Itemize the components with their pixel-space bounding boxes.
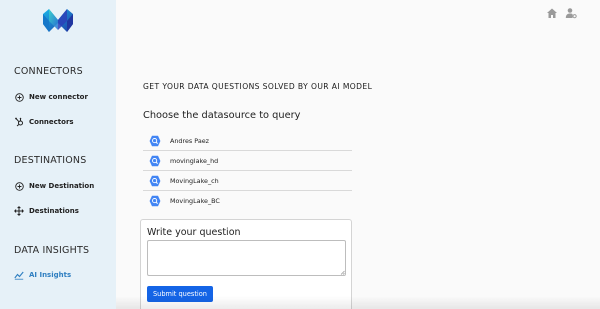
plus-circle-icon	[14, 92, 24, 102]
sidebar-item-label: Destinations	[29, 207, 79, 215]
question-textarea[interactable]	[147, 240, 346, 276]
datasource-label: movinglake_hd	[170, 156, 219, 165]
datasource-label: MovingLake_BC	[170, 197, 220, 205]
sidebar-item-new-destination[interactable]: New Destination	[14, 179, 94, 193]
hubspot-icon	[14, 117, 24, 127]
sidebar-item-label: New Destination	[29, 182, 95, 190]
brand-logo-icon[interactable]	[40, 6, 76, 36]
bigquery-icon	[149, 135, 161, 146]
user-settings-icon[interactable]	[565, 7, 577, 19]
datasource-list: Andres Paez movinglake_hd MovingLake_ch …	[143, 131, 352, 211]
app-window: CONNECTORS New connector Connectors DEST…	[0, 0, 600, 309]
sidebar-item-connectors[interactable]: Connectors	[14, 115, 74, 129]
datasource-item-andres-paez[interactable]: Andres Paez	[143, 131, 352, 151]
sidebar-item-label: New connector	[29, 93, 88, 101]
section-title-connectors: CONNECTORS	[14, 66, 83, 77]
bigquery-icon	[149, 195, 161, 207]
sidebar-item-new-connector[interactable]: New connector	[14, 90, 88, 104]
bigquery-icon	[149, 175, 161, 186]
plus-circle-icon	[14, 181, 24, 191]
sidebar-item-ai-insights[interactable]: AI Insights	[14, 268, 71, 282]
bigquery-icon	[149, 155, 161, 166]
page-headline: GET YOUR DATA QUESTIONS SOLVED BY OUR AI…	[143, 82, 373, 91]
section-title-data-insights: DATA INSIGHTS	[14, 245, 90, 256]
datasource-item-movinglake-ch[interactable]: MovingLake_ch	[143, 171, 352, 191]
question-card-title: Write your question	[147, 227, 241, 238]
datasource-item-movinglake-bc[interactable]: MovingLake_BC	[143, 191, 352, 211]
move-arrows-icon	[14, 206, 24, 216]
section-title-destinations: DESTINATIONS	[14, 155, 87, 166]
question-card: Write your question Submit question	[140, 219, 352, 309]
sidebar: CONNECTORS New connector Connectors DEST…	[0, 0, 116, 309]
chart-line-icon	[14, 270, 24, 280]
resize-handle-icon[interactable]	[340, 270, 345, 275]
datasource-label: MovingLake_ch	[170, 176, 219, 185]
home-icon[interactable]	[546, 7, 558, 19]
datasource-item-movinglake-hd[interactable]: movinglake_hd	[143, 151, 352, 171]
sidebar-item-label: Connectors	[29, 118, 74, 126]
datasource-label: Andres Paez	[170, 136, 210, 145]
sidebar-item-destinations[interactable]: Destinations	[14, 204, 79, 218]
submit-question-button[interactable]: Submit question	[147, 286, 213, 302]
sidebar-item-label: AI Insights	[29, 271, 72, 279]
datasource-subhead: Choose the datasource to query	[143, 110, 301, 121]
